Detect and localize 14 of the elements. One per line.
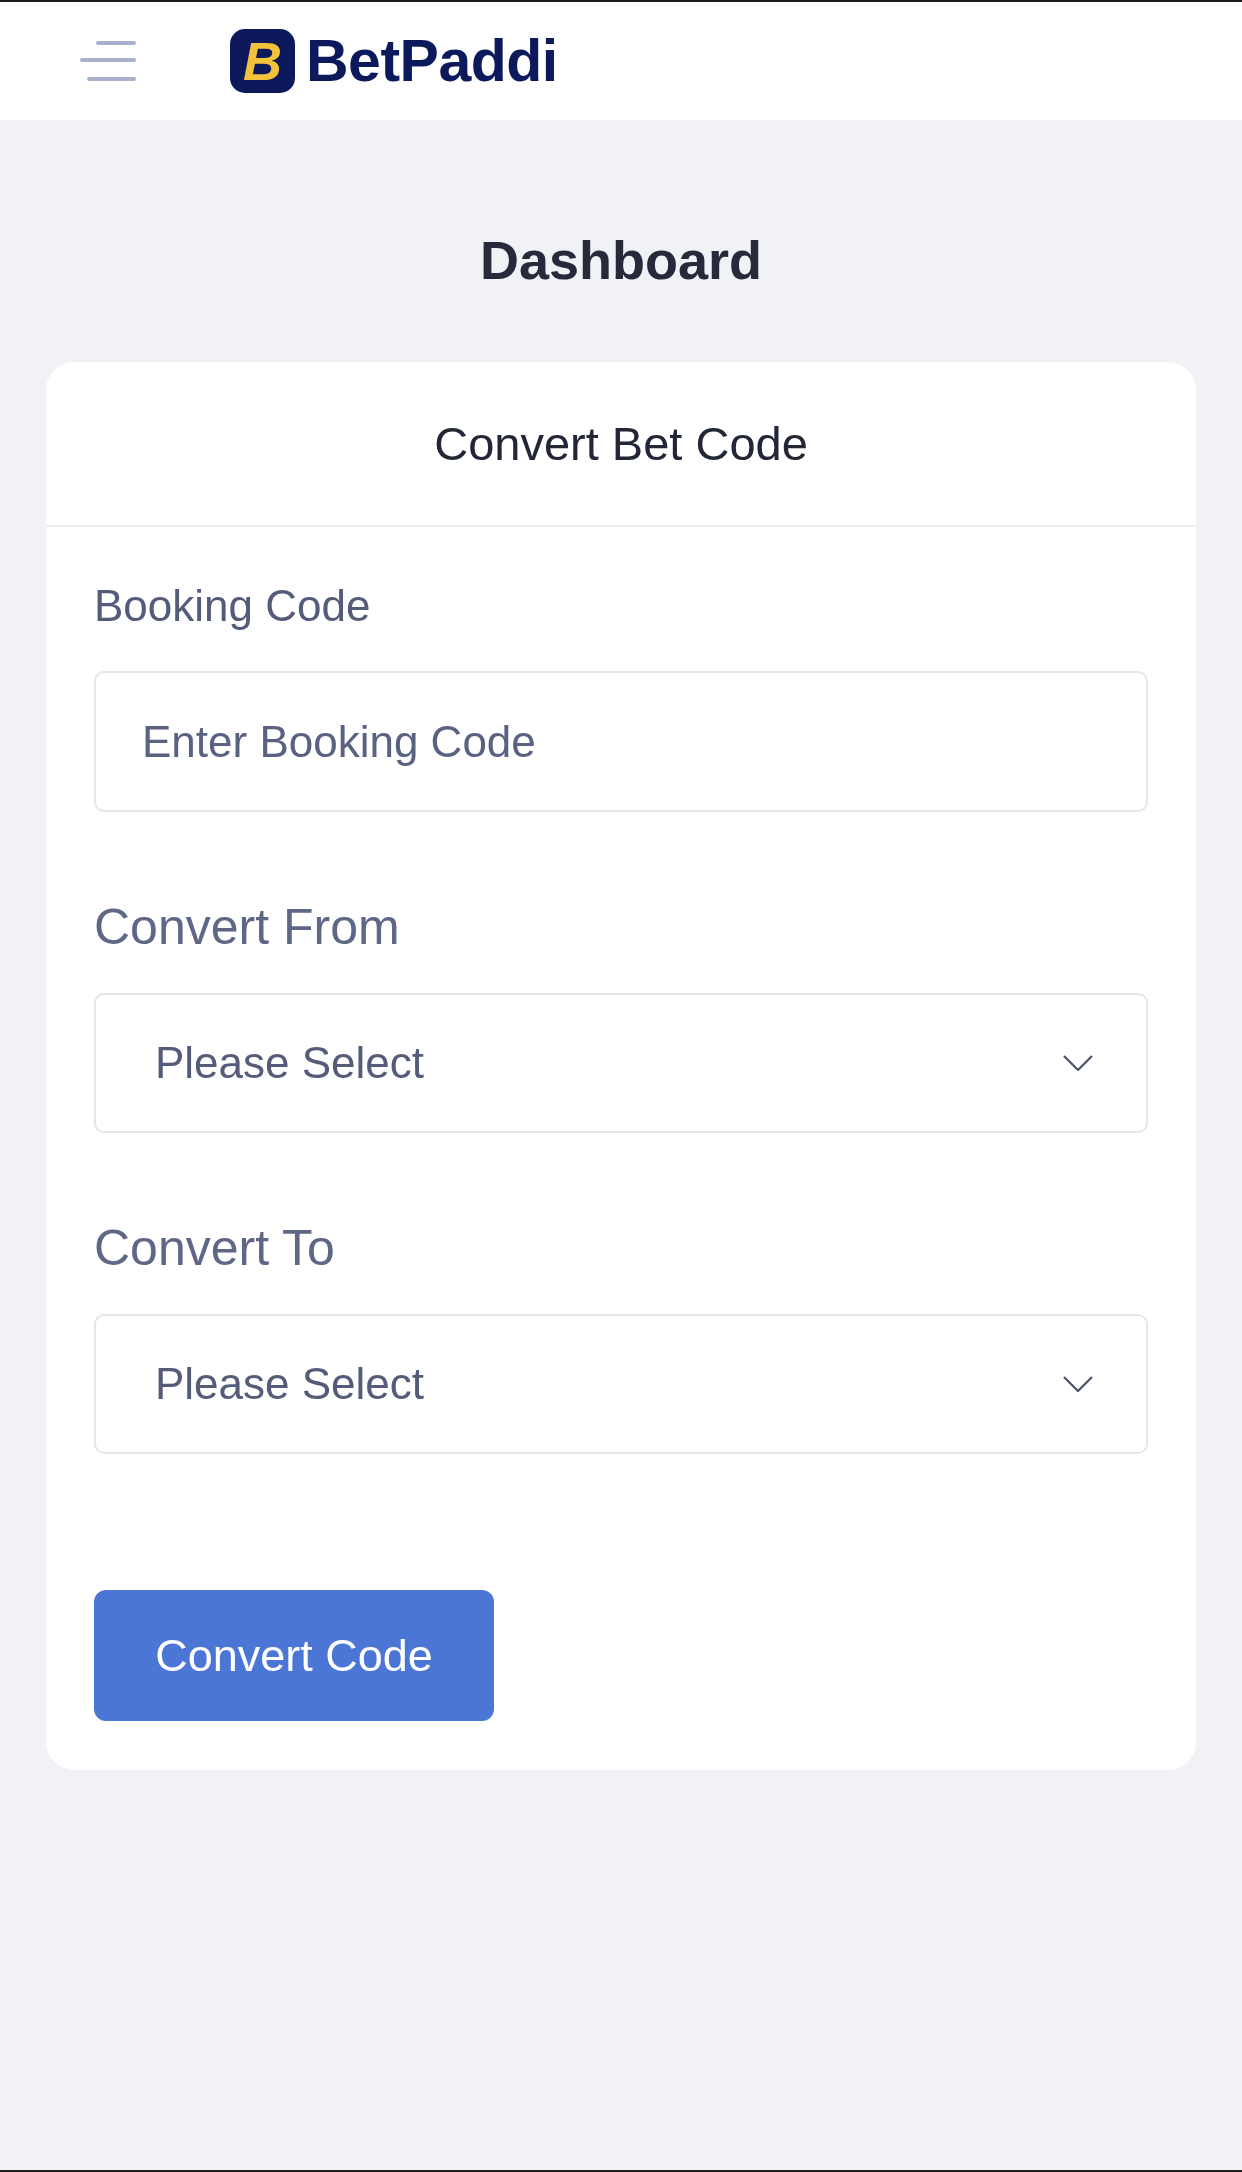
page-title: Dashboard: [478, 229, 764, 292]
card-title: Convert Bet Code: [434, 415, 808, 472]
chevron-down-icon: [1063, 1055, 1093, 1071]
menu-icon[interactable]: [80, 40, 136, 82]
field-label: Convert To: [94, 1219, 336, 1278]
dropdown-field[interactable]: Please Select: [94, 993, 1148, 1133]
field-label: Booking Code: [94, 580, 372, 632]
logo-mark: B: [230, 29, 295, 93]
dropdown-field[interactable]: Please Select: [94, 1314, 1148, 1454]
convert-button[interactable]: Convert Code: [94, 1590, 494, 1721]
field-label: Convert From: [94, 898, 401, 957]
text-input-field[interactable]: Enter Booking Code: [94, 671, 1148, 812]
brand-name: BetPaddi: [306, 31, 558, 91]
chevron-down-icon: [1063, 1376, 1093, 1392]
